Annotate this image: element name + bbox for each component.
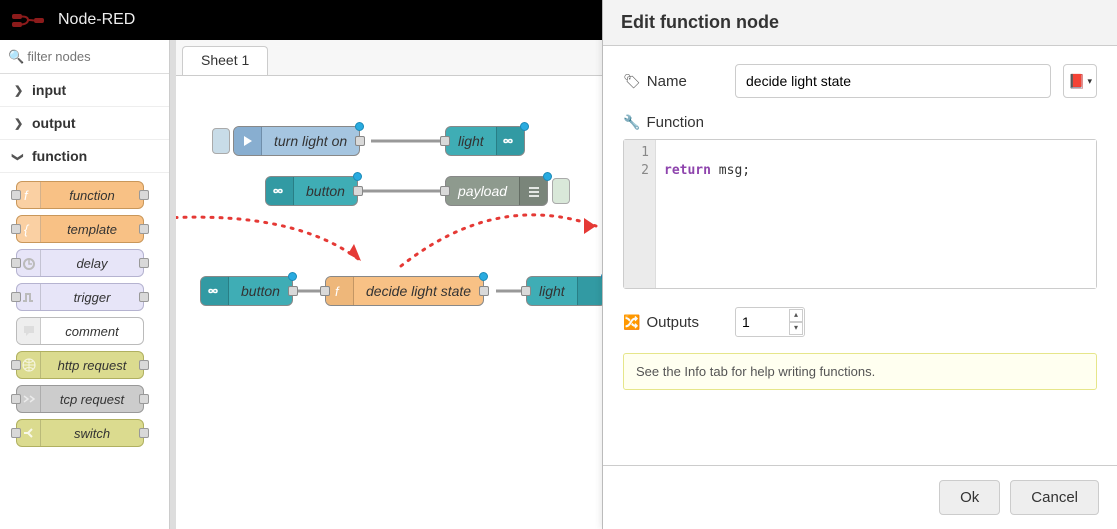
number-spinner: ▴ ▾ bbox=[789, 309, 803, 335]
port bbox=[11, 428, 21, 438]
flow-node-decide-light-state[interactable]: f decide light state bbox=[325, 276, 484, 306]
palette-node-tcp-request[interactable]: tcp request bbox=[16, 385, 144, 413]
flow-node-button-2[interactable]: button bbox=[200, 276, 293, 306]
port bbox=[139, 190, 149, 200]
status-dot bbox=[543, 172, 552, 181]
spin-down-button[interactable]: ▾ bbox=[789, 322, 803, 335]
debug-toggle-button[interactable] bbox=[552, 178, 570, 204]
function-label-row: 🔧 Function bbox=[623, 114, 1097, 131]
node-red-icon bbox=[12, 11, 46, 29]
arrow-icon bbox=[234, 127, 262, 155]
category-label: output bbox=[32, 115, 76, 131]
tray-body: 🏷 Name 📕 ▾ 🔧 Function 1 2 return msg; bbox=[603, 46, 1117, 465]
input-port[interactable] bbox=[440, 186, 450, 196]
output-port[interactable] bbox=[479, 286, 489, 296]
port bbox=[139, 292, 149, 302]
flow-node-button-1[interactable]: button bbox=[265, 176, 358, 206]
status-dot bbox=[479, 272, 488, 281]
tray-title: Edit function node bbox=[603, 0, 1117, 46]
output-port[interactable] bbox=[355, 136, 365, 146]
palette-node-comment[interactable]: comment bbox=[16, 317, 144, 345]
name-label: 🏷 Name bbox=[623, 73, 723, 90]
svg-text:f: f bbox=[24, 188, 29, 203]
arduino-icon bbox=[201, 277, 229, 305]
port bbox=[139, 258, 149, 268]
port bbox=[139, 428, 149, 438]
random-icon: 🔀 bbox=[623, 314, 640, 331]
flow-node-payload[interactable]: payload bbox=[445, 176, 548, 206]
chevron-right-icon: ❯ bbox=[14, 84, 22, 97]
app-logo: Node-RED bbox=[12, 11, 135, 29]
status-dot bbox=[353, 172, 362, 181]
comment-icon bbox=[17, 318, 41, 344]
arduino-icon bbox=[496, 127, 524, 155]
palette-node-template[interactable]: { template bbox=[16, 215, 144, 243]
output-port[interactable] bbox=[353, 186, 363, 196]
bookmark-button[interactable]: 📕 ▾ bbox=[1063, 64, 1097, 98]
svg-text:f: f bbox=[335, 284, 340, 299]
chevron-right-icon: ❯ bbox=[14, 117, 22, 130]
port bbox=[11, 224, 21, 234]
debug-icon bbox=[519, 177, 547, 205]
function-label: 🔧 Function bbox=[623, 114, 704, 131]
input-port[interactable] bbox=[440, 136, 450, 146]
info-tip: See the Info tab for help writing functi… bbox=[623, 353, 1097, 390]
palette-sidebar: ❯ input ❯ output ❯ function f function {… bbox=[0, 40, 170, 529]
code-editor[interactable]: 1 2 return msg; bbox=[623, 139, 1097, 289]
edit-tray: Edit function node 🏷 Name 📕 ▾ 🔧 Function… bbox=[602, 0, 1117, 529]
palette-node-http-request[interactable]: http request bbox=[16, 351, 144, 379]
input-port[interactable] bbox=[521, 286, 531, 296]
palette-node-delay[interactable]: delay bbox=[16, 249, 144, 277]
palette-filter bbox=[0, 40, 169, 74]
name-row: 🏷 Name 📕 ▾ bbox=[623, 64, 1097, 98]
editor-code[interactable]: return msg; bbox=[656, 140, 1096, 288]
status-dot bbox=[520, 122, 529, 131]
palette-category-function[interactable]: ❯ function bbox=[0, 140, 169, 173]
port bbox=[11, 258, 21, 268]
cancel-button[interactable]: Cancel bbox=[1010, 480, 1099, 515]
port bbox=[11, 190, 21, 200]
palette-function-items: f function { template delay trigger bbox=[0, 173, 169, 455]
inject-button[interactable] bbox=[212, 128, 230, 154]
svg-text:{: { bbox=[24, 222, 30, 237]
arduino-icon bbox=[577, 277, 605, 305]
outputs-label: 🔀 Outputs bbox=[623, 314, 723, 331]
spin-up-button[interactable]: ▴ bbox=[789, 309, 803, 322]
category-label: function bbox=[32, 148, 87, 164]
wrench-icon: 🔧 bbox=[623, 114, 640, 131]
status-dot bbox=[288, 272, 297, 281]
palette-node-trigger[interactable]: trigger bbox=[16, 283, 144, 311]
tray-footer: Ok Cancel bbox=[603, 465, 1117, 529]
name-input[interactable] bbox=[735, 64, 1051, 98]
port bbox=[11, 394, 21, 404]
palette-node-switch[interactable]: switch bbox=[16, 419, 144, 447]
editor-gutter: 1 2 bbox=[624, 140, 656, 288]
flow-node-light-2[interactable]: light bbox=[526, 276, 606, 306]
port bbox=[139, 360, 149, 370]
port bbox=[11, 360, 21, 370]
filter-input[interactable] bbox=[6, 46, 163, 67]
port bbox=[139, 224, 149, 234]
port bbox=[139, 394, 149, 404]
palette-category-input[interactable]: ❯ input bbox=[0, 74, 169, 107]
outputs-row: 🔀 Outputs ▴ ▾ bbox=[623, 307, 1097, 337]
tab-sheet1[interactable]: Sheet 1 bbox=[182, 46, 268, 75]
book-icon: 📕 bbox=[1068, 73, 1085, 90]
input-port[interactable] bbox=[320, 286, 330, 296]
palette-node-function[interactable]: f function bbox=[16, 181, 144, 209]
flow-node-light-1[interactable]: light bbox=[445, 126, 525, 156]
category-label: input bbox=[32, 82, 66, 98]
tag-icon: 🏷 bbox=[623, 73, 641, 90]
caret-down-icon: ▾ bbox=[1087, 76, 1092, 87]
function-icon: f bbox=[326, 277, 354, 305]
palette-category-output[interactable]: ❯ output bbox=[0, 107, 169, 140]
ok-button[interactable]: Ok bbox=[939, 480, 1000, 515]
app-title: Node-RED bbox=[58, 11, 135, 29]
port bbox=[11, 292, 21, 302]
chevron-down-icon: ❯ bbox=[12, 152, 25, 160]
output-port[interactable] bbox=[288, 286, 298, 296]
flow-node-turn-light-on[interactable]: turn light on bbox=[233, 126, 360, 156]
arduino-icon bbox=[266, 177, 294, 205]
